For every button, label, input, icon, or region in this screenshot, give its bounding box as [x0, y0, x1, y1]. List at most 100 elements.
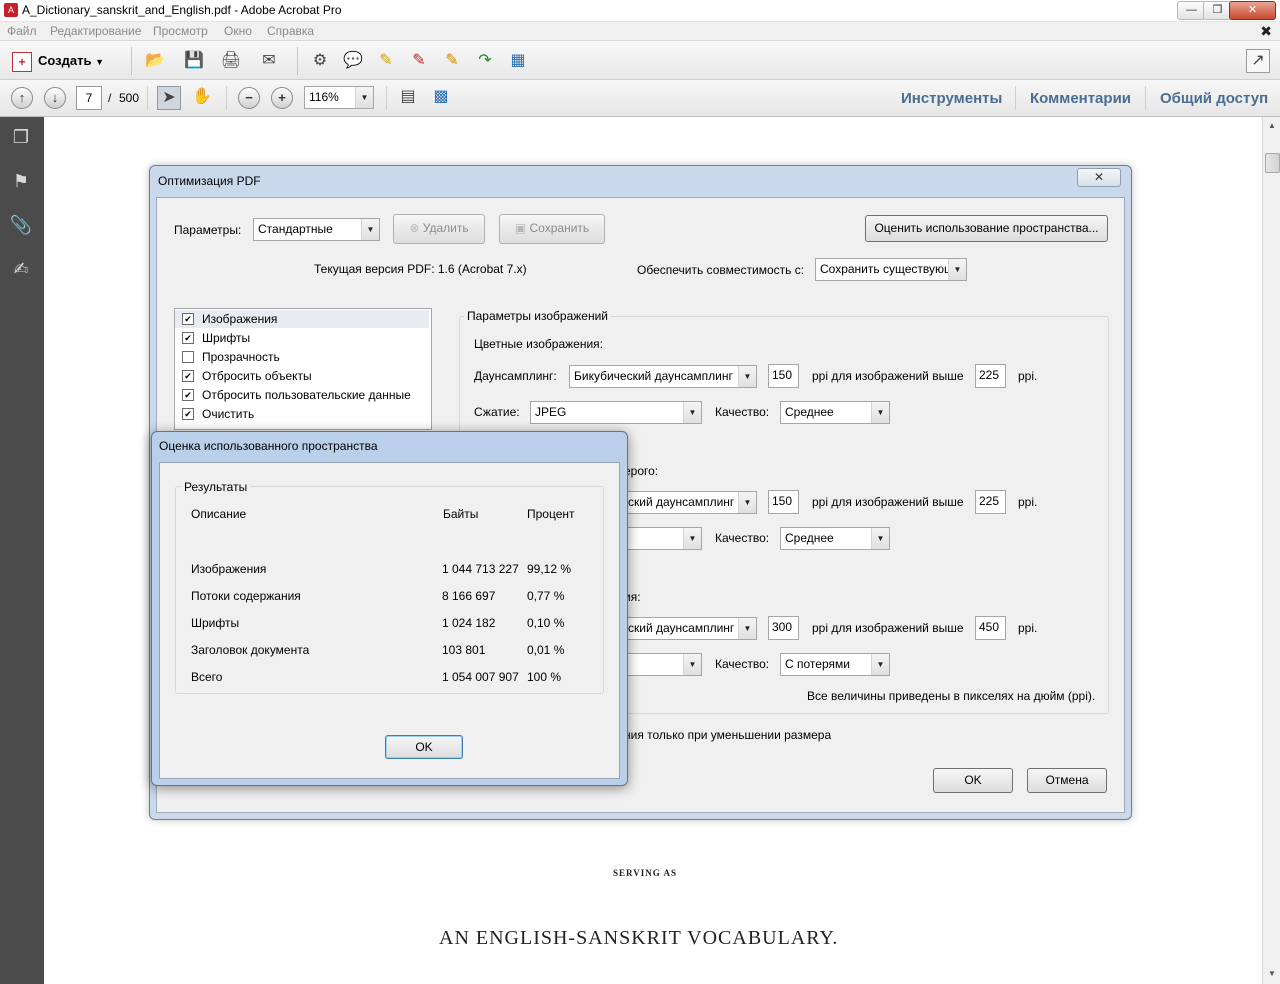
print-icon[interactable]: 🖨: [220, 50, 242, 72]
cancel-button[interactable]: Отмена: [1027, 768, 1107, 793]
close-icon[interactable]: ✕: [1077, 168, 1121, 187]
col-header-bytes: Байты: [443, 507, 479, 521]
params-select[interactable]: Стандартные ▼: [253, 218, 380, 241]
chevron-down-icon[interactable]: ▼: [355, 87, 373, 108]
mono-above-input[interactable]: 450: [975, 616, 1006, 640]
close-window-icon[interactable]: ✕: [1229, 1, 1276, 20]
send-for-signature-icon[interactable]: ✎: [441, 50, 463, 72]
menu-file[interactable]: Файл: [7, 24, 37, 38]
tab-share[interactable]: Общий доступ: [1160, 90, 1268, 107]
save-button[interactable]: ▣ Сохранить: [499, 214, 605, 244]
scroll-up-icon[interactable]: ▲: [1266, 121, 1278, 130]
zoom-out-icon[interactable]: −: [238, 87, 260, 109]
attachment-paperclip-icon[interactable]: 📎: [9, 213, 33, 237]
chevron-down-icon[interactable]: ▼: [738, 366, 756, 387]
checkbox[interactable]: ✔: [182, 370, 194, 382]
fit-page-icon[interactable]: ▤: [397, 86, 419, 108]
checkbox[interactable]: ✔: [182, 408, 194, 420]
ppi-above-label: ppi для изображений выше: [812, 621, 964, 635]
tab-comments[interactable]: Комментарии: [1030, 90, 1131, 107]
toolbar-divider: [1015, 86, 1016, 110]
chevron-down-icon[interactable]: ▼: [738, 618, 756, 639]
export-icon[interactable]: ↷: [474, 50, 496, 72]
delete-button[interactable]: ⊗ Удалить: [393, 214, 485, 244]
menu-window[interactable]: Окно: [224, 24, 252, 38]
category-item[interactable]: ✔ Отбросить объекты: [175, 367, 429, 385]
action-wizard-icon[interactable]: ▦: [507, 50, 529, 72]
close-document-icon[interactable]: ✖: [1260, 23, 1272, 40]
row-percent: 0,01 %: [527, 643, 565, 657]
signature-icon[interactable]: ✍: [9, 257, 33, 281]
minimize-icon[interactable]: —: [1177, 1, 1206, 20]
color-quality-select[interactable]: Среднее ▼: [780, 401, 890, 424]
next-page-icon[interactable]: ↓: [44, 87, 66, 109]
color-compression-select[interactable]: JPEG ▼: [530, 401, 702, 424]
zoom-select[interactable]: 116% ▼: [304, 86, 374, 109]
window-title-bar: A A_Dictionary_sanskrit_and_English.pdf …: [0, 0, 1280, 22]
page-number-input[interactable]: 7: [76, 86, 102, 110]
audit-space-usage-button[interactable]: Оценить использование пространства...: [865, 215, 1108, 242]
color-above-input[interactable]: 225: [975, 364, 1006, 388]
menu-help[interactable]: Справка: [267, 24, 314, 38]
hand-tool-icon[interactable]: ✋: [191, 86, 213, 108]
chevron-down-icon[interactable]: ▼: [871, 528, 889, 549]
ppi-above-label: ppi для изображений выше: [812, 495, 964, 509]
categories-list[interactable]: ✔ Изображения ✔ Шрифты Прозрачность ✔ Отбросит…: [174, 308, 432, 430]
chevron-down-icon[interactable]: ▼: [871, 654, 889, 675]
highlight-text-icon[interactable]: ✎: [375, 50, 397, 72]
params-value: Стандартные: [258, 222, 333, 236]
chevron-down-icon[interactable]: ▼: [948, 259, 966, 280]
gray-above-input[interactable]: 225: [975, 490, 1006, 514]
menu-edit[interactable]: Редактирование: [50, 24, 141, 38]
category-item[interactable]: ✔ Шрифты: [175, 329, 429, 347]
restore-icon[interactable]: ❐: [1203, 1, 1232, 20]
chevron-down-icon[interactable]: ▼: [683, 654, 701, 675]
gray-ppi-input[interactable]: 150: [768, 490, 799, 514]
category-item[interactable]: ✔ Изображения: [175, 310, 429, 328]
mono-quality-select[interactable]: С потерями ▼: [780, 653, 890, 676]
checkbox[interactable]: [182, 351, 194, 363]
create-button[interactable]: + Создать ▼: [8, 48, 108, 74]
comment-bubble-icon[interactable]: 💬: [342, 50, 364, 72]
chevron-down-icon[interactable]: ▼: [871, 402, 889, 423]
checkbox[interactable]: ✔: [182, 313, 194, 325]
ok-button[interactable]: OK: [933, 768, 1013, 793]
checkbox[interactable]: ✔: [182, 332, 194, 344]
chevron-down-icon[interactable]: ▼: [738, 492, 756, 513]
select-tool-icon[interactable]: ➤: [157, 86, 181, 110]
scroll-down-icon[interactable]: ▼: [1266, 969, 1278, 978]
sign-icon[interactable]: ✎: [408, 50, 430, 72]
settings-gear-icon[interactable]: ⚙: [309, 50, 331, 72]
scrollbar-thumb[interactable]: [1265, 153, 1280, 173]
page-thumbnails-icon[interactable]: ❐: [9, 125, 33, 149]
zoom-in-icon[interactable]: +: [271, 87, 293, 109]
ok-button[interactable]: OK: [385, 735, 463, 759]
optimize-only-if-smaller-fragment[interactable]: ния только при уменьшении размера: [624, 728, 831, 742]
category-item[interactable]: ✔ Отбросить пользовательские данные: [175, 386, 429, 404]
color-ppi-input[interactable]: 150: [768, 364, 799, 388]
chevron-down-icon[interactable]: ▼: [683, 528, 701, 549]
fit-width-icon[interactable]: ▩: [430, 86, 452, 108]
fullscreen-icon[interactable]: ↗: [1246, 49, 1270, 73]
create-pdf-icon: +: [12, 51, 32, 72]
color-images-title: Цветные изображения:: [474, 337, 603, 351]
open-folder-icon[interactable]: 📂: [144, 50, 166, 72]
quality-value: Среднее: [785, 405, 834, 419]
checkbox[interactable]: ✔: [182, 389, 194, 401]
results-title: Результаты: [181, 480, 251, 494]
chevron-down-icon[interactable]: ▼: [361, 219, 379, 240]
previous-page-icon[interactable]: ↑: [11, 87, 33, 109]
menu-view[interactable]: Просмотр: [153, 24, 208, 38]
tab-tools[interactable]: Инструменты: [901, 90, 1002, 107]
gray-quality-select[interactable]: Среднее ▼: [780, 527, 890, 550]
save-disk-icon[interactable]: 💾: [183, 50, 205, 72]
vertical-scrollbar[interactable]: ▲ ▼: [1262, 117, 1280, 984]
color-downsample-select[interactable]: Бикубический даунсамплинг ▼: [569, 365, 757, 388]
email-icon[interactable]: ✉: [258, 50, 280, 72]
category-item[interactable]: Прозрачность: [175, 348, 429, 366]
bookmark-icon[interactable]: ⚑: [9, 169, 33, 193]
chevron-down-icon[interactable]: ▼: [683, 402, 701, 423]
compatibility-select[interactable]: Сохранить существующ ▼: [815, 258, 967, 281]
category-item[interactable]: ✔ Очистить: [175, 405, 429, 423]
mono-ppi-input[interactable]: 300: [768, 616, 799, 640]
